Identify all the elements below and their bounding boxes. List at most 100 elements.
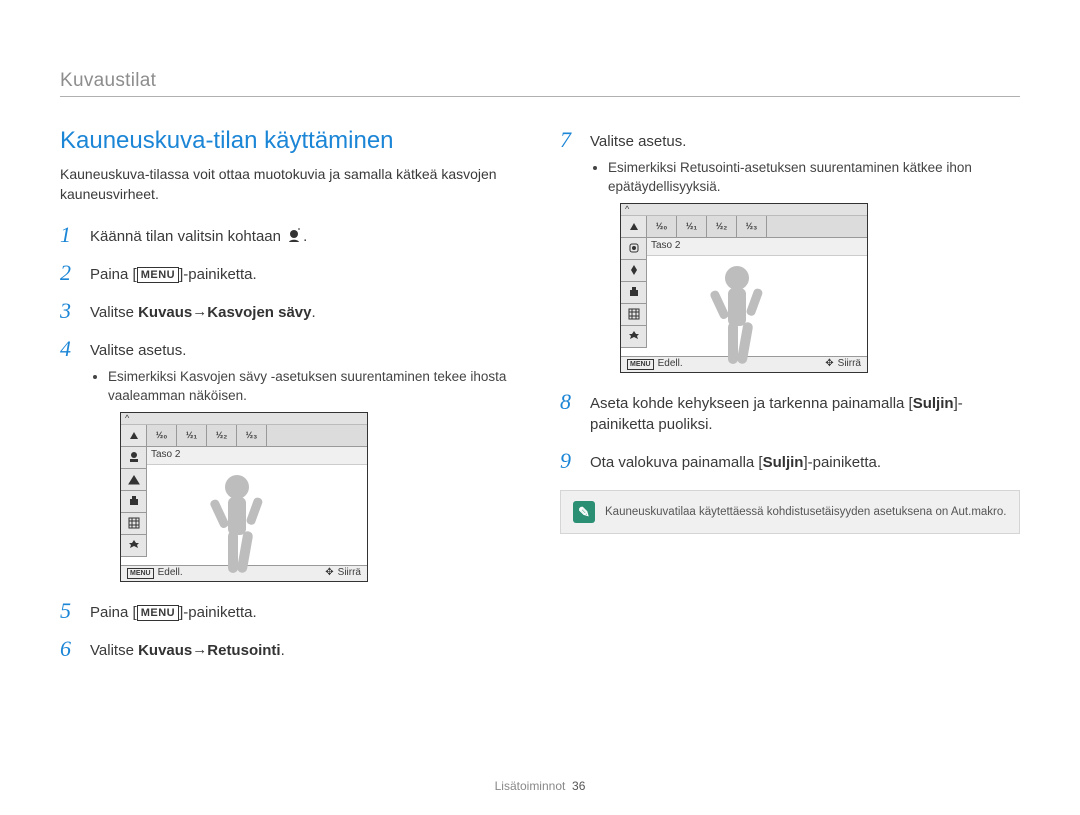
preview-canvas xyxy=(647,256,867,356)
step-number: 4 xyxy=(60,336,78,362)
step-1: 1 Käännä tilan valitsin kohtaan . xyxy=(60,222,520,248)
side-icon xyxy=(121,447,147,469)
step-8: 8 Aseta kohde kehykseen ja tarkenna pain… xyxy=(560,389,1020,437)
side-icon xyxy=(621,238,647,260)
side-icon xyxy=(621,260,647,282)
step-text: Ota valokuva painamalla [ xyxy=(590,454,763,471)
arrow-icon: → xyxy=(192,301,207,323)
step-number: 1 xyxy=(60,222,78,248)
preview-level-label: Taso 2 xyxy=(647,238,867,256)
option-cell: ½₁ xyxy=(677,216,707,237)
step-number: 9 xyxy=(560,448,578,474)
menu-path-item: Kuvaus xyxy=(138,642,192,659)
menu-small-icon: MENU xyxy=(127,568,154,579)
footer-section: Lisätoiminnot xyxy=(495,779,566,793)
shutter-label: Suljin xyxy=(763,454,804,471)
note-text: Kauneuskuvatilaa käytettäessä kohdistuse… xyxy=(605,505,1006,520)
side-icon xyxy=(621,304,647,326)
section-header: Kuvaustilat xyxy=(60,70,1020,97)
step-5: 5 Paina [MENU]-painiketta. xyxy=(60,598,520,624)
menu-path-item: Retusointi xyxy=(207,642,280,659)
step-text-end: . xyxy=(281,642,285,659)
side-icon xyxy=(621,326,647,348)
step-3: 3 Valitse Kuvaus → Kasvojen sävy. xyxy=(60,298,520,324)
preview-sidebar xyxy=(621,216,647,356)
person-silhouette-icon xyxy=(702,260,772,380)
option-cell: ½₀ xyxy=(647,216,677,237)
preview-topbar: ^ xyxy=(621,204,867,216)
steps-list-left: 1 Käännä tilan valitsin kohtaan . 2 Pain… xyxy=(60,222,520,662)
two-column-layout: Kauneuskuva-tilan käyttäminen Kauneuskuv… xyxy=(60,127,1020,674)
step-text-end: . xyxy=(312,304,316,321)
step-number: 2 xyxy=(60,260,78,286)
back-label: Edell. xyxy=(158,566,183,581)
preview-topbar: ^ xyxy=(121,413,367,425)
option-cell: ½₂ xyxy=(707,216,737,237)
step-text-end: . xyxy=(303,228,307,245)
option-cell: ½₃ xyxy=(237,425,267,446)
preview-options-row: ½₀ ½₁ ½₂ ½₃ xyxy=(147,425,367,447)
preview-sidebar xyxy=(121,425,147,565)
shutter-label: Suljin xyxy=(913,395,954,412)
step-text-end: ]-painiketta. xyxy=(803,454,881,471)
step-number: 5 xyxy=(60,598,78,624)
option-cell: ½₃ xyxy=(737,216,767,237)
menu-small-icon: MENU xyxy=(627,359,654,370)
option-cell: ½₂ xyxy=(207,425,237,446)
beauty-mode-icon xyxy=(285,226,303,244)
step-text: Aseta kohde kehykseen ja tarkenna painam… xyxy=(590,395,913,412)
side-icon xyxy=(621,282,647,304)
option-cell: ½₁ xyxy=(177,425,207,446)
right-column: 7 Valitse asetus. Esimerkiksi Retusointi… xyxy=(560,127,1020,674)
side-icon xyxy=(121,535,147,557)
left-column: Kauneuskuva-tilan käyttäminen Kauneuskuv… xyxy=(60,127,520,674)
side-icon xyxy=(621,216,647,238)
camera-preview-retouch: ^ ½₀ xyxy=(620,203,868,373)
step-note-list: Esimerkiksi Retusointi-asetuksen suurent… xyxy=(608,159,1020,197)
step-text-end: ]-painiketta. xyxy=(179,266,257,283)
step-text: Valitse asetus. xyxy=(590,133,686,150)
note-icon: ✎ xyxy=(573,501,595,523)
side-icon xyxy=(121,469,147,491)
page-number: 36 xyxy=(572,779,585,793)
step-note-list: Esimerkiksi Kasvojen sävy -asetuksen suu… xyxy=(108,368,520,406)
side-icon xyxy=(121,425,147,447)
arrow-icon: → xyxy=(192,639,207,661)
step-text: Valitse xyxy=(90,642,138,659)
preview-canvas xyxy=(147,465,367,565)
navpad-icon: ✥ xyxy=(325,566,333,581)
camera-preview-facetone: ^ ½₀ xyxy=(120,412,368,582)
person-silhouette-icon xyxy=(202,469,272,589)
step-text: Käännä tilan valitsin kohtaan xyxy=(90,228,285,245)
step-number: 6 xyxy=(60,636,78,662)
menu-path-item: Kuvaus xyxy=(138,304,192,321)
intro-text: Kauneuskuva-tilassa voit ottaa muotokuvi… xyxy=(60,165,520,204)
step-text: Paina [ xyxy=(90,604,137,621)
step-7: 7 Valitse asetus. Esimerkiksi Retusointi… xyxy=(560,127,1020,377)
step-6: 6 Valitse Kuvaus → Retusointi. xyxy=(60,636,520,662)
step-4: 4 Valitse asetus. Esimerkiksi Kasvojen s… xyxy=(60,336,520,586)
step-2: 2 Paina [MENU]-painiketta. xyxy=(60,260,520,286)
page-footer: Lisätoiminnot 36 xyxy=(0,779,1080,793)
page-title: Kauneuskuva-tilan käyttäminen xyxy=(60,127,520,155)
preview-level-label: Taso 2 xyxy=(147,447,367,465)
menu-button-icon: MENU xyxy=(137,267,179,283)
steps-list-right: 7 Valitse asetus. Esimerkiksi Retusointi… xyxy=(560,127,1020,474)
side-icon xyxy=(121,513,147,535)
back-label: Edell. xyxy=(658,357,683,372)
step-number: 8 xyxy=(560,389,578,415)
menu-path-item: Kasvojen sävy xyxy=(207,304,311,321)
step-note: Esimerkiksi Retusointi-asetuksen suurent… xyxy=(608,159,1020,197)
menu-button-icon: MENU xyxy=(137,605,179,621)
preview-options-row: ½₀ ½₁ ½₂ ½₃ xyxy=(647,216,867,238)
option-cell: ½₀ xyxy=(147,425,177,446)
step-note: Esimerkiksi Kasvojen sävy -asetuksen suu… xyxy=(108,368,520,406)
note-box: ✎ Kauneuskuvatilaa käytettäessä kohdistu… xyxy=(560,490,1020,534)
step-9: 9 Ota valokuva painamalla [Suljin]-paini… xyxy=(560,448,1020,474)
step-text: Valitse asetus. xyxy=(90,342,186,359)
step-number: 7 xyxy=(560,127,578,153)
move-label: Siirrä xyxy=(338,566,361,581)
step-text: Valitse xyxy=(90,304,138,321)
move-label: Siirrä xyxy=(838,357,861,372)
step-number: 3 xyxy=(60,298,78,324)
